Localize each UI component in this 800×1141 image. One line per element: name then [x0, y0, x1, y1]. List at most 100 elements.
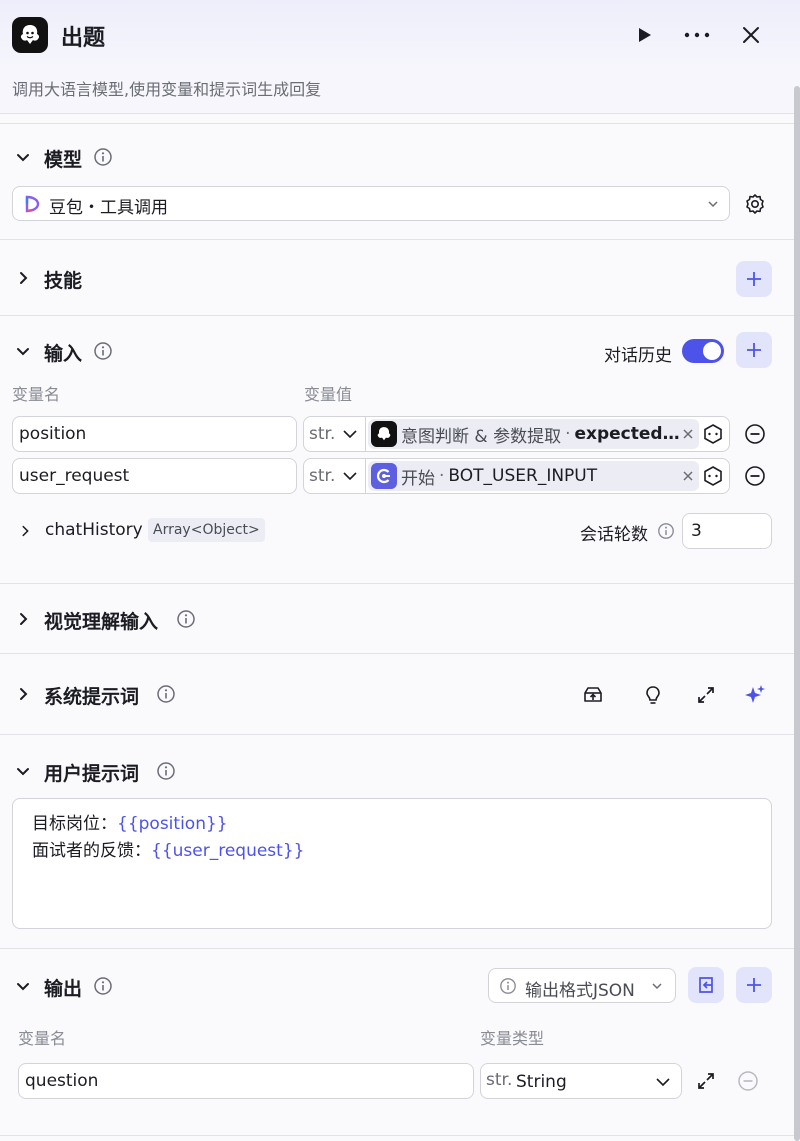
divider: [0, 734, 794, 735]
divider: [0, 1135, 794, 1136]
input-type-select[interactable]: str.: [304, 417, 366, 451]
remove-input-button[interactable]: [744, 465, 766, 487]
import-output-button[interactable]: [688, 967, 724, 1003]
user-prompt-collapse-toggle[interactable]: [14, 762, 32, 780]
divider: [0, 653, 794, 654]
model-settings-button[interactable]: [742, 191, 768, 217]
prompt-variable: {{user_request}}: [151, 841, 305, 861]
expand-output-button[interactable]: [695, 1070, 717, 1092]
prompt-variable: {{position}}: [117, 814, 228, 834]
expand-icon: [698, 1073, 714, 1089]
system-prompt-collapse-toggle[interactable]: [14, 685, 32, 703]
bot-icon: [371, 421, 397, 447]
input-var-value-field: str. 意图判断 & 参数提取 · expected…: [303, 416, 730, 452]
lightbulb-icon: [646, 686, 660, 704]
remove-output-button[interactable]: [737, 1070, 759, 1092]
chat-rounds-label: 会话轮数: [580, 525, 648, 545]
ref-source-label: 意图判断 & 参数提取: [401, 426, 562, 447]
info-icon[interactable]: [156, 684, 176, 704]
input-var-name-field[interactable]: position: [12, 416, 297, 452]
node-logo: [12, 17, 48, 53]
chevron-down-icon: [708, 201, 718, 208]
type-prefix: str.: [486, 1070, 513, 1090]
expand-prompt-button[interactable]: [693, 682, 719, 708]
info-icon[interactable]: [156, 761, 176, 781]
type-label: str.: [309, 424, 336, 444]
node-description: 调用大语言模型,使用变量和提示词生成回复: [12, 80, 322, 99]
output-format-label: 输出格式JSON: [525, 981, 635, 1001]
divider: [0, 113, 794, 114]
output-format-select[interactable]: 输出格式JSON: [488, 968, 676, 1003]
start-node-icon: [371, 463, 397, 489]
input-type-select[interactable]: str.: [304, 459, 366, 493]
chevron-down-icon: [656, 1078, 670, 1087]
ref-variable-label: expected…: [574, 424, 680, 444]
expand-icon: [698, 687, 714, 703]
ref-variable-label: BOT_USER_INPUT: [448, 466, 598, 486]
sparkle-icon: [745, 685, 765, 703]
input-col-value-header: 变量值: [304, 385, 353, 404]
minus-circle-icon: [745, 424, 765, 444]
prompt-tips-button[interactable]: [640, 682, 666, 708]
variable-picker-icon[interactable]: [702, 465, 724, 487]
divider: [0, 315, 794, 316]
close-button[interactable]: [736, 20, 766, 50]
vision-collapse-toggle[interactable]: [14, 610, 32, 628]
type-label: str.: [309, 466, 336, 486]
variable-picker-icon[interactable]: [702, 423, 724, 445]
info-icon[interactable]: [93, 147, 113, 167]
skills-collapse-toggle[interactable]: [14, 269, 32, 287]
chat-rounds-input[interactable]: 3: [682, 513, 772, 549]
doubao-logo-icon: [25, 195, 40, 213]
input-col-name-header: 变量名: [12, 385, 61, 404]
variable-ref-tag[interactable]: 开始 · BOT_USER_INPUT: [368, 461, 699, 491]
info-icon[interactable]: [176, 609, 196, 629]
ref-separator: ·: [439, 466, 445, 486]
info-icon[interactable]: [93, 341, 113, 361]
close-icon: [743, 27, 759, 43]
ai-optimize-button[interactable]: [741, 681, 769, 709]
plus-icon: [747, 272, 761, 286]
model-select[interactable]: 豆包・工具调用: [12, 186, 730, 221]
output-type-select[interactable]: str. String: [480, 1063, 682, 1099]
model-collapse-toggle[interactable]: [14, 148, 32, 166]
scrollbar[interactable]: [794, 86, 800, 1141]
output-var-name-field[interactable]: question: [18, 1063, 474, 1099]
add-skill-button[interactable]: [736, 261, 772, 297]
close-icon[interactable]: [683, 471, 693, 481]
divider: [0, 239, 794, 240]
variable-ref-tag[interactable]: 意图判断 & 参数提取 · expected…: [368, 419, 699, 449]
output-col-name-header: 变量名: [18, 1029, 67, 1048]
plus-icon: [747, 343, 761, 357]
minus-circle-icon: [738, 1071, 758, 1091]
remove-input-button[interactable]: [744, 423, 766, 445]
input-collapse-toggle[interactable]: [14, 342, 32, 360]
input-var-value-field: str. 开始 · BOT_USER_INPUT: [303, 458, 730, 494]
input-var-name-field[interactable]: user_request: [12, 458, 297, 494]
model-selected-label: 豆包・工具调用: [49, 198, 168, 218]
gear-icon: [746, 194, 764, 214]
chevron-down-icon: [343, 430, 357, 439]
chat-history-expand-toggle[interactable]: [16, 522, 34, 540]
info-icon[interactable]: [657, 522, 675, 540]
output-type-label: String: [516, 1072, 567, 1092]
ref-separator: ·: [565, 424, 571, 444]
output-col-type-header: 变量类型: [480, 1029, 545, 1048]
info-icon[interactable]: [93, 976, 113, 996]
output-collapse-toggle[interactable]: [14, 977, 32, 995]
close-icon[interactable]: [683, 429, 693, 439]
prompt-text: 目标岗位：: [32, 814, 117, 834]
prompt-library-button[interactable]: [580, 682, 606, 708]
chat-history-toggle[interactable]: [682, 339, 724, 363]
page-title: 出题: [61, 26, 106, 51]
more-button[interactable]: [682, 20, 712, 50]
divider: [0, 948, 794, 949]
llm-node-panel: 出题 调用大语言模型,使用变量和提示词生成回复 模型 豆包・工具调用 技能 输入…: [0, 0, 800, 1141]
chevron-right-icon: [20, 613, 28, 625]
user-prompt-editor[interactable]: 目标岗位：{{position}} 面试者的反馈：{{user_request}…: [12, 798, 772, 929]
add-input-button[interactable]: [736, 332, 772, 368]
add-output-button[interactable]: [736, 967, 772, 1003]
run-button[interactable]: [629, 20, 659, 50]
input-section-title: 输入: [44, 343, 83, 365]
chat-history-label: 对话历史: [604, 346, 672, 366]
